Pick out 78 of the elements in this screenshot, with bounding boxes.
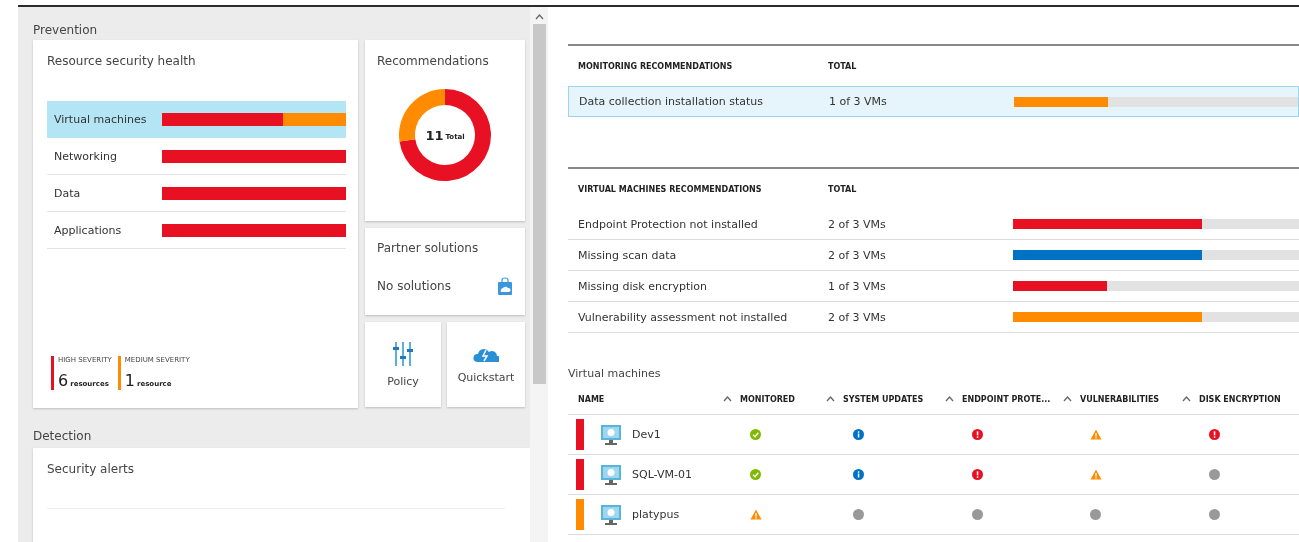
resource-row[interactable]: Networking bbox=[47, 138, 346, 175]
warning-icon bbox=[1090, 429, 1102, 440]
status-dot-icon bbox=[1090, 509, 1101, 520]
info-icon bbox=[853, 469, 864, 480]
column-header: MONITORING RECOMMENDATIONS bbox=[577, 61, 734, 71]
recommendation-row[interactable]: Vulnerability assessment not installed 2 of 3 VMs bbox=[568, 302, 1299, 333]
recommendation-row[interactable]: Missing scan data 2 of 3 VMs bbox=[568, 240, 1299, 271]
status-dot-icon bbox=[1209, 509, 1220, 520]
sort-caret-icon bbox=[1182, 395, 1191, 403]
recommendation-row[interactable]: Endpoint Protection not installed 2 of 3 VMs bbox=[568, 209, 1299, 240]
resource-label: Networking bbox=[54, 149, 118, 163]
sort-caret-icon bbox=[1063, 395, 1072, 403]
vm-name: platypus bbox=[632, 508, 680, 521]
status-dot-icon bbox=[853, 509, 864, 520]
section-title: Virtual machines bbox=[568, 367, 662, 380]
tile-button[interactable]: Quickstart bbox=[447, 322, 525, 407]
resource-row[interactable]: Data bbox=[47, 175, 346, 212]
column-header: TOTAL bbox=[828, 61, 858, 71]
card-title: Partner solutions bbox=[377, 241, 480, 255]
column-header: SYSTEM UPDATES bbox=[843, 394, 924, 404]
recommendation-name: Missing scan data bbox=[577, 248, 678, 262]
partner-solutions-card[interactable]: Partner solutions No solutions bbox=[365, 228, 525, 315]
vm-name: Dev1 bbox=[632, 428, 661, 441]
resource-label: Applications bbox=[54, 223, 123, 237]
recommendation-total: 1 of 3 VMs bbox=[829, 95, 888, 108]
resource-row[interactable]: Applications bbox=[47, 212, 346, 249]
recommendation-total: 2 of 3 VMs bbox=[828, 217, 887, 231]
section-title: Prevention bbox=[33, 22, 99, 39]
column-header: VIRTUAL MACHINES RECOMMENDATIONS bbox=[577, 184, 763, 194]
security-alerts-card[interactable]: Security alerts bbox=[33, 448, 530, 542]
recommendation-name: Data collection installation status bbox=[578, 95, 765, 108]
recommendation-name: Vulnerability assessment not installed bbox=[577, 310, 789, 324]
resource-count: 6 bbox=[58, 371, 69, 390]
warning-icon bbox=[1090, 469, 1102, 480]
scrollbar[interactable] bbox=[530, 7, 548, 542]
check-circle-icon bbox=[750, 429, 761, 440]
sliders-icon bbox=[393, 341, 413, 367]
recommendation-total: 11 bbox=[425, 127, 444, 143]
check-circle-icon bbox=[750, 469, 761, 480]
recommendation-row[interactable]: Missing disk encryption 1 of 3 VMs bbox=[568, 271, 1299, 302]
sort-caret-icon bbox=[826, 395, 835, 403]
card-title: Resource security health bbox=[47, 54, 197, 68]
column-header: DISK ENCRYPTION bbox=[1199, 394, 1281, 404]
warning-icon bbox=[750, 509, 762, 520]
column-header: MONITORED bbox=[740, 394, 795, 404]
resource-label: Virtual machines bbox=[54, 112, 148, 126]
sort-caret-icon bbox=[945, 395, 954, 403]
status-dot-icon bbox=[972, 509, 983, 520]
sort-caret-icon bbox=[723, 395, 732, 403]
status-text: No solutions bbox=[377, 279, 451, 293]
monitor-icon bbox=[600, 464, 622, 485]
monitor-icon bbox=[600, 504, 622, 525]
error-icon bbox=[972, 469, 983, 480]
resource-label: Data bbox=[54, 186, 82, 200]
recommendation-name: Missing disk encryption bbox=[577, 279, 709, 293]
vm-name: SQL-VM-01 bbox=[632, 468, 692, 481]
error-icon bbox=[1209, 429, 1220, 440]
status-dot-icon bbox=[1209, 469, 1220, 480]
info-icon bbox=[853, 429, 864, 440]
column-header: TOTAL bbox=[828, 184, 858, 194]
column-header: VULNERABILITIES bbox=[1080, 394, 1160, 404]
error-icon bbox=[972, 429, 983, 440]
column-header: NAME bbox=[578, 394, 605, 404]
sort-caret-icon bbox=[534, 13, 544, 21]
shopping-bag-icon bbox=[497, 277, 513, 295]
card-title: Recommendations bbox=[377, 54, 489, 68]
column-header: ENDPOINT PROTE... bbox=[962, 394, 1051, 404]
tile-button[interactable]: Policy bbox=[365, 322, 441, 407]
recommendation-row[interactable]: Data collection installation status 1 of 3 VMs bbox=[568, 86, 1299, 117]
section-title: Detection bbox=[33, 428, 93, 445]
resource-row[interactable]: Virtual machines bbox=[47, 101, 346, 138]
recommendation-total: 2 of 3 VMs bbox=[828, 310, 887, 324]
recommendation-name: Endpoint Protection not installed bbox=[577, 217, 759, 231]
resource-count: 1 bbox=[124, 371, 135, 390]
monitor-icon bbox=[600, 424, 622, 445]
recommendation-total: 1 of 3 VMs bbox=[828, 279, 887, 293]
recommendation-total: 2 of 3 VMs bbox=[828, 248, 887, 262]
card-title: Security alerts bbox=[47, 462, 136, 476]
